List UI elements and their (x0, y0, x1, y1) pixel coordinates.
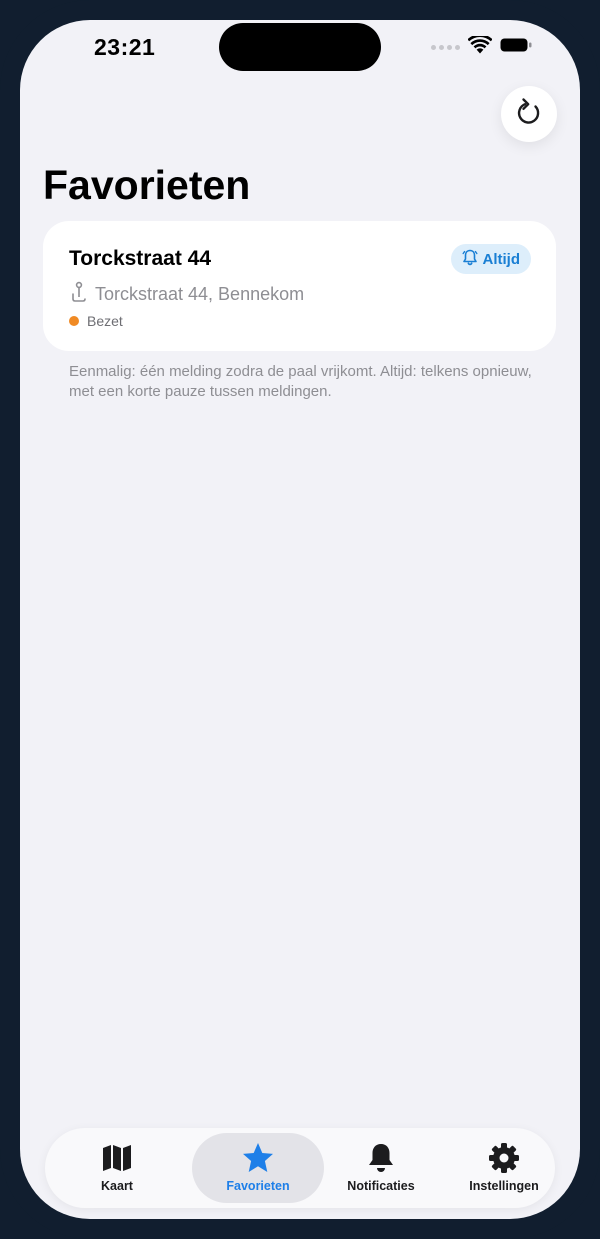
dynamic-island (219, 23, 381, 71)
wifi-icon (467, 34, 493, 59)
page-title: Favorieten (43, 162, 251, 208)
favorite-name: Torckstraat 44 (69, 247, 212, 270)
map-icon (101, 1143, 133, 1173)
address-row: Torckstraat 44, Bennekom (69, 281, 304, 308)
gear-icon (488, 1143, 520, 1173)
tab-label: Notificaties (347, 1179, 415, 1193)
bell-icon (462, 249, 478, 270)
refresh-button[interactable] (501, 86, 557, 142)
charging-pole-icon (69, 281, 89, 308)
tab-label: Favorieten (226, 1179, 290, 1193)
tab-label: Kaart (101, 1179, 133, 1193)
favorite-card[interactable]: Torckstraat 44 Altijd Torckstraat 44, Be… (43, 221, 556, 351)
tab-label: Instellingen (469, 1179, 539, 1193)
tab-bar: Kaart Favorieten Notificaties Instelling… (45, 1128, 555, 1208)
star-icon (241, 1143, 275, 1173)
tab-kaart[interactable]: Kaart (51, 1133, 183, 1203)
cellular-signal-icon (431, 45, 460, 50)
status-dot (69, 316, 79, 326)
status-row: Bezet (69, 313, 123, 329)
refresh-icon (515, 97, 543, 132)
tab-notificaties[interactable]: Notificaties (315, 1133, 447, 1203)
favorite-status: Bezet (87, 313, 123, 329)
tab-favorieten[interactable]: Favorieten (192, 1133, 324, 1203)
battery-icon (500, 37, 532, 58)
notification-explanation: Eenmalig: één melding zodra de paal vrij… (69, 363, 532, 400)
bell-icon (366, 1143, 396, 1173)
tab-instellingen[interactable]: Instellingen (438, 1133, 570, 1203)
screen: 23:21 Favorieten Torckstraat 44 Altijd T… (20, 20, 580, 1219)
status-icons (431, 34, 532, 59)
favorite-address: Torckstraat 44, Bennekom (95, 284, 305, 304)
notify-mode-button[interactable]: Altijd (450, 244, 531, 274)
status-time: 23:21 (94, 34, 156, 60)
phone-frame: 23:21 Favorieten Torckstraat 44 Altijd T… (0, 0, 600, 1239)
notify-mode-label: Altijd (482, 250, 521, 268)
